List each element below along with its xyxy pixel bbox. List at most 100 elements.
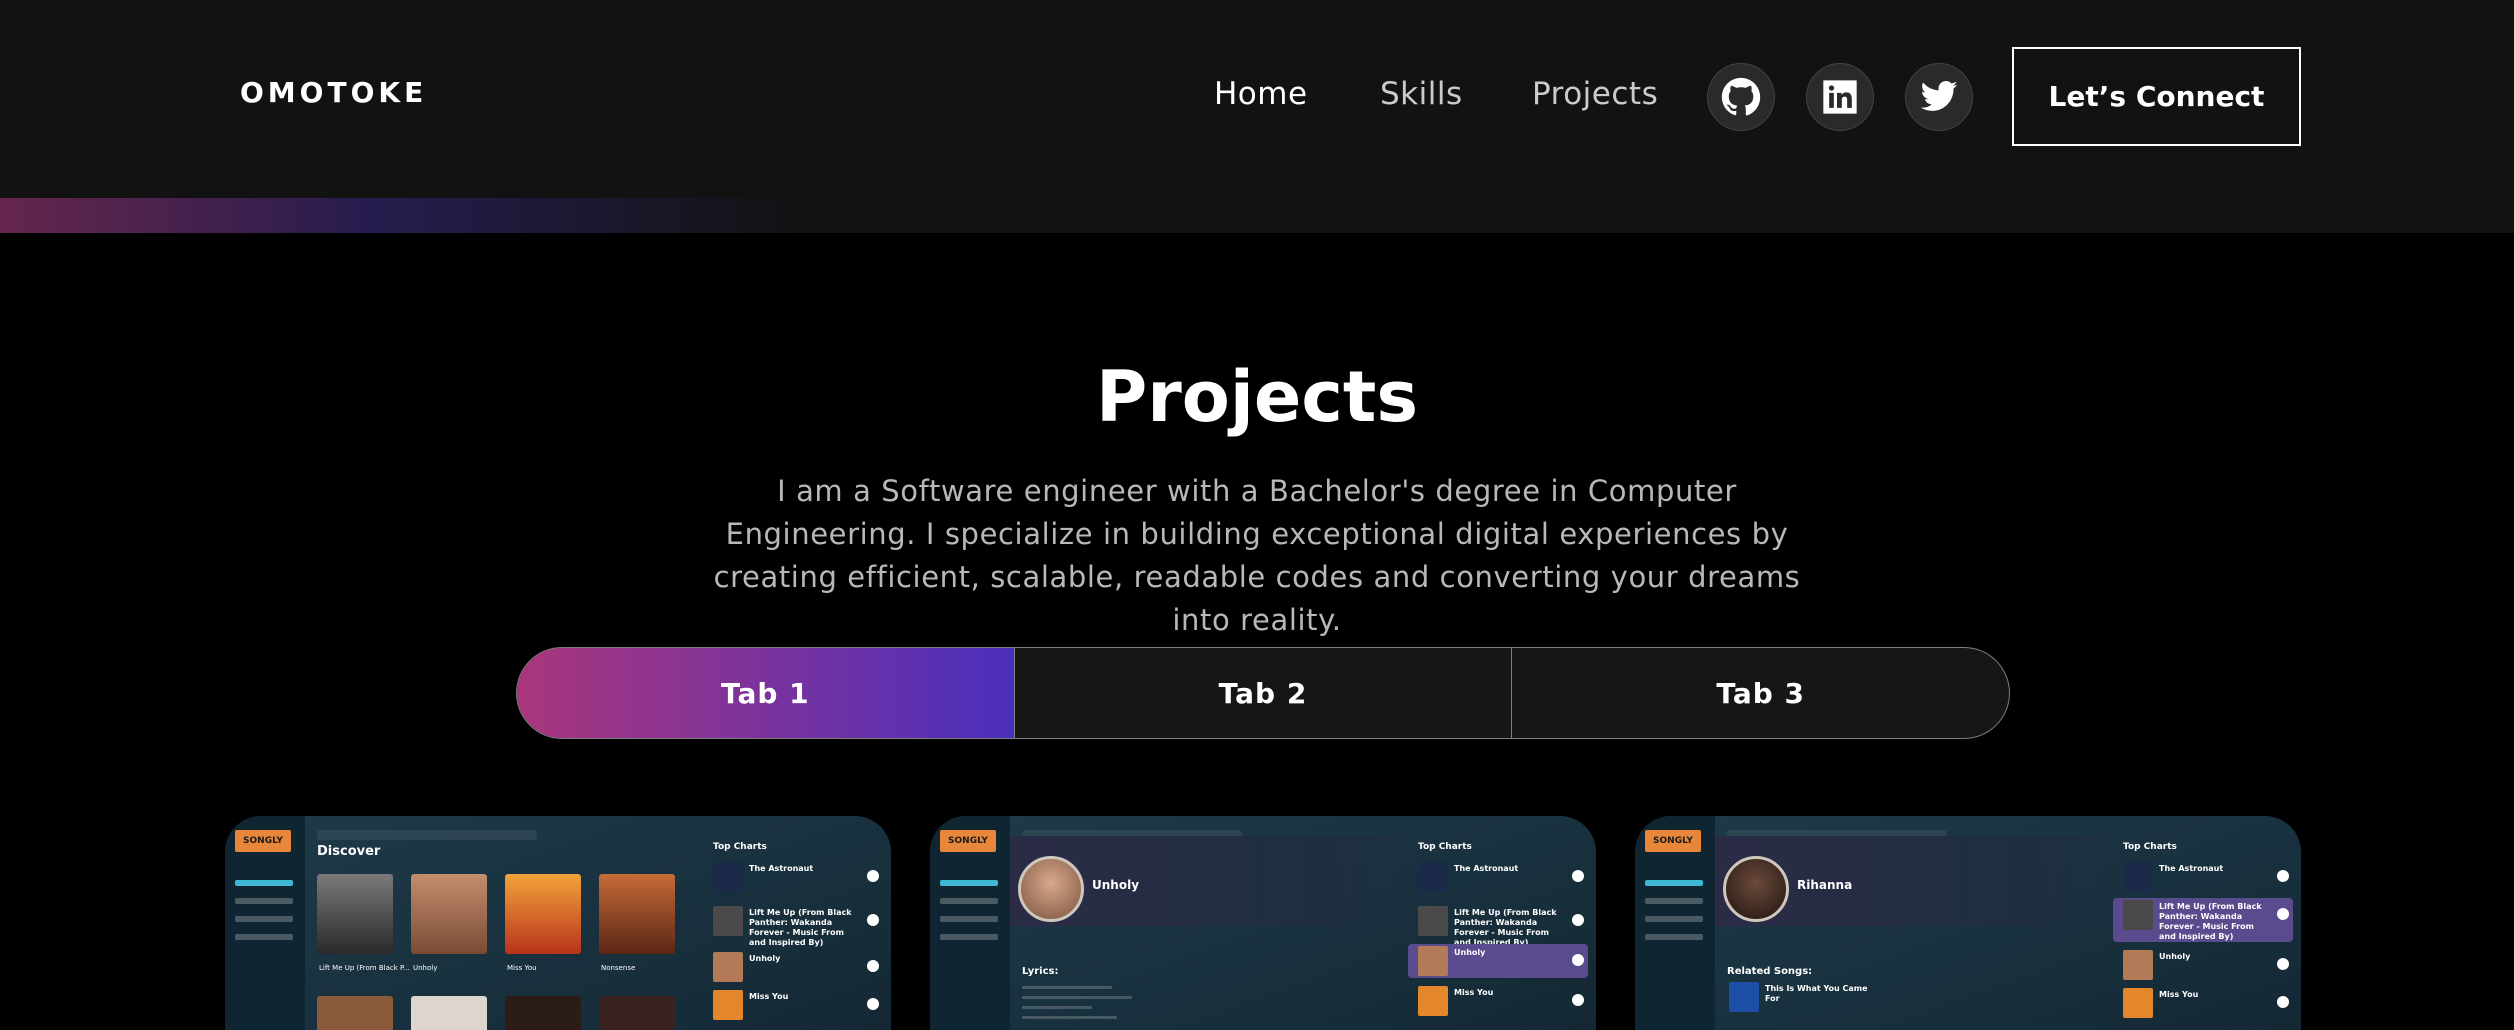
sidebar-item — [235, 880, 293, 886]
sidebar-item — [1645, 880, 1703, 886]
project-card[interactable]: SONGLY Rihanna Related Songs: This Is Wh… — [1635, 816, 2301, 1030]
top-charts-heading: Top Charts — [1418, 842, 1472, 852]
brand-logo: SONGLY — [940, 830, 996, 852]
chart-row[interactable]: Miss You — [1408, 984, 1588, 1018]
brand-logo: SONGLY — [235, 830, 291, 852]
sidebar-item — [1645, 916, 1703, 922]
play-icon[interactable] — [867, 870, 879, 882]
album-cover — [317, 996, 393, 1030]
app-sidebar: SONGLY — [1635, 816, 1715, 1030]
sidebar-item — [940, 916, 998, 922]
chart-title: Unholy — [2159, 952, 2191, 961]
projects-description: I am a Software engineer with a Bachelor… — [713, 474, 1801, 637]
nav-link-home[interactable]: Home — [1214, 76, 1308, 112]
sidebar-item — [235, 916, 293, 922]
logo[interactable]: OMOTOKE — [240, 76, 427, 109]
linkedin-icon — [1823, 80, 1857, 114]
chart-row[interactable]: The Astronaut — [2113, 860, 2293, 894]
sidebar-item — [1645, 934, 1703, 940]
album-cover — [505, 874, 581, 954]
chart-row[interactable]: The Astronaut — [1408, 860, 1588, 894]
lyric-line — [1022, 1016, 1117, 1019]
chart-title: The Astronaut — [749, 864, 814, 873]
app-sidebar: SONGLY — [225, 816, 305, 1030]
chart-art — [2123, 900, 2153, 930]
chart-row[interactable]: The Astronaut — [703, 860, 883, 894]
chart-row-active[interactable]: Lift Me Up (From Black Panther: Wakanda … — [2113, 898, 2293, 942]
chart-row[interactable]: Lift Me Up (From Black Panther: Wakanda … — [1408, 904, 1588, 947]
album-cover — [599, 874, 675, 954]
play-icon[interactable] — [1572, 914, 1584, 926]
chart-row-active[interactable]: Unholy — [1408, 944, 1588, 978]
chart-art — [2123, 988, 2153, 1018]
sidebar-item — [235, 898, 293, 904]
lyrics-heading: Lyrics: — [1022, 966, 1059, 977]
chart-art — [713, 952, 743, 982]
chart-art — [713, 862, 743, 892]
lyric-line — [1022, 1006, 1092, 1009]
artist-name: Rihanna — [1797, 878, 1853, 892]
sidebar-item — [235, 934, 293, 940]
chart-art — [2123, 950, 2153, 980]
tab-2[interactable]: Tab 2 — [1013, 648, 1512, 738]
chart-title: Miss You — [2159, 990, 2199, 999]
album-cover — [411, 874, 487, 954]
twitter-icon — [1920, 81, 1958, 111]
chart-art — [1418, 986, 1448, 1016]
gradient-strip — [0, 198, 2514, 233]
github-icon — [1721, 77, 1761, 116]
twitter-button[interactable] — [1905, 63, 1973, 131]
chart-row[interactable]: Unholy — [703, 950, 883, 984]
chart-row[interactable]: Miss You — [2113, 986, 2293, 1020]
related-song-title: This Is What You Came For — [1765, 984, 1868, 1003]
play-icon[interactable] — [867, 998, 879, 1010]
sidebar-item — [940, 880, 998, 886]
pause-icon[interactable] — [2277, 908, 2289, 920]
chart-title: Miss You — [749, 992, 789, 1001]
pause-icon[interactable] — [1572, 954, 1584, 966]
chart-title: The Astronaut — [2159, 864, 2224, 873]
play-icon[interactable] — [867, 960, 879, 972]
nav-link-skills[interactable]: Skills — [1380, 76, 1463, 112]
chart-art — [713, 990, 743, 1020]
chart-title: Miss You — [1454, 988, 1494, 997]
play-icon[interactable] — [1572, 870, 1584, 882]
chart-art — [2123, 862, 2153, 892]
app-sidebar: SONGLY — [930, 816, 1010, 1030]
artist-avatar — [1723, 856, 1789, 922]
album-title: Nonsense — [601, 964, 636, 972]
album-title: Lift Me Up (From Black P... — [319, 964, 410, 972]
album-cover — [411, 996, 487, 1030]
play-icon[interactable] — [2277, 870, 2289, 882]
sidebar-item — [1645, 898, 1703, 904]
search-bar — [317, 830, 537, 840]
top-charts-heading: Top Charts — [2123, 842, 2177, 852]
play-icon[interactable] — [2277, 958, 2289, 970]
chart-title: Lift Me Up (From Black Panther: Wakanda … — [1454, 908, 1557, 947]
top-charts-heading: Top Charts — [713, 842, 767, 852]
chart-title: Lift Me Up (From Black Panther: Wakanda … — [2159, 902, 2262, 941]
github-button[interactable] — [1707, 63, 1775, 131]
lets-connect-button[interactable]: Let’s Connect — [2012, 47, 2301, 146]
tab-1[interactable]: Tab 1 — [517, 648, 1014, 738]
album-cover — [317, 874, 393, 954]
project-tabs: Tab 1 Tab 2 Tab 3 — [516, 647, 2010, 739]
album-title: Unholy — [413, 964, 438, 972]
chart-art — [1418, 862, 1448, 892]
album-cover — [599, 996, 675, 1030]
tab-3[interactable]: Tab 3 — [1511, 648, 2009, 738]
play-icon[interactable] — [2277, 996, 2289, 1008]
chart-row[interactable]: Unholy — [2113, 948, 2293, 982]
project-card[interactable]: SONGLY Unholy Lyrics: Top Charts The Ast… — [930, 816, 1596, 1030]
related-songs-heading: Related Songs: — [1727, 966, 1813, 977]
related-song-row[interactable]: This Is What You Came For — [1719, 980, 1919, 1014]
chart-row[interactable]: Miss You — [703, 988, 883, 1022]
chart-row[interactable]: Lift Me Up (From Black Panther: Wakanda … — [703, 904, 883, 947]
project-card[interactable]: SONGLY Discover Lift Me Up (From Black P… — [225, 816, 891, 1030]
nav-link-projects[interactable]: Projects — [1532, 76, 1658, 112]
play-icon[interactable] — [1572, 994, 1584, 1006]
chart-art — [713, 906, 743, 936]
play-icon[interactable] — [867, 914, 879, 926]
chart-art — [1729, 982, 1759, 1012]
linkedin-button[interactable] — [1806, 63, 1874, 131]
